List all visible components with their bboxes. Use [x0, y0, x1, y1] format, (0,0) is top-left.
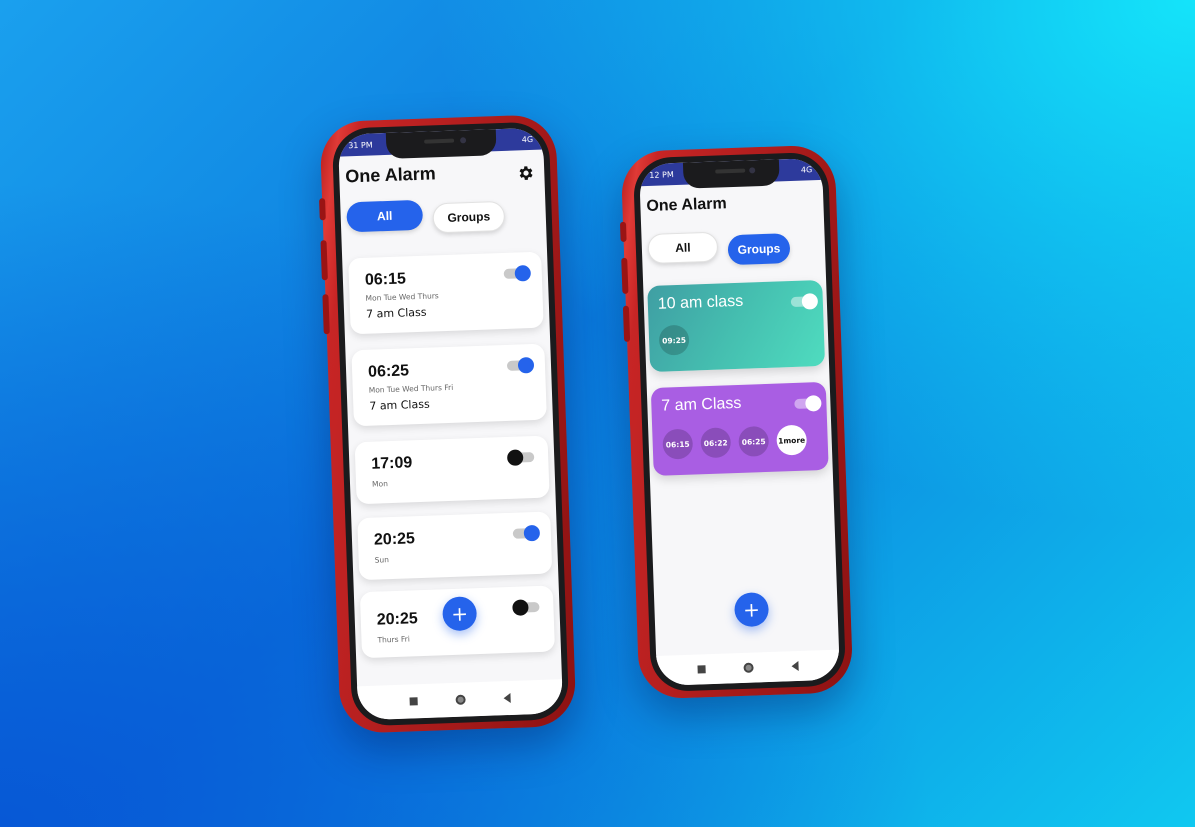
- back-icon[interactable]: [791, 661, 799, 672]
- alarm-card[interactable]: 20:25 Sun: [357, 511, 553, 581]
- screen: 31 PM 4G One Alarm All Groups 06:15 Mon …: [337, 127, 564, 721]
- more-times-badge[interactable]: 1more: [776, 424, 808, 456]
- alarm-card[interactable]: 17:09 Mon: [354, 435, 550, 505]
- phone-left: 31 PM 4G One Alarm All Groups 06:15 Mon …: [319, 114, 577, 734]
- alarm-days: Mon Tue Wed Thurs: [365, 291, 439, 303]
- alarm-toggle[interactable]: [506, 449, 535, 466]
- app-title: One Alarm: [344, 163, 436, 187]
- recents-icon[interactable]: [697, 665, 706, 674]
- alarm-days: Mon Tue Wed Thurs Fri: [368, 382, 454, 395]
- alarm-toggle[interactable]: [512, 524, 541, 542]
- alarm-days: Mon: [371, 479, 389, 489]
- alarm-toggle[interactable]: [512, 599, 540, 616]
- alarm-time: 20:25: [373, 530, 416, 549]
- alarm-toggle[interactable]: [506, 356, 535, 374]
- group-name: 10 am class: [657, 292, 744, 313]
- group-time: 09:25: [658, 324, 690, 356]
- alarm-days: Thurs Fri: [377, 634, 411, 645]
- notch: [385, 129, 497, 159]
- bezel: 12 PM 4G One Alarm All Groups 10 am clas…: [632, 151, 847, 693]
- group-card[interactable]: 10 am class 09:25: [647, 279, 826, 372]
- back-icon[interactable]: [503, 692, 511, 704]
- status-time: 31 PM: [348, 139, 373, 150]
- status-network: 4G: [800, 164, 813, 175]
- status-time: 12 PM: [649, 169, 674, 180]
- alarm-time: 17:09: [371, 454, 413, 473]
- alarm-card[interactable]: 06:25 Mon Tue Wed Thurs Fri 7 am Class: [351, 343, 547, 427]
- status-network: 4G: [521, 134, 534, 144]
- home-icon[interactable]: [455, 694, 466, 705]
- background: [0, 0, 1195, 827]
- tab-groups[interactable]: Groups: [727, 233, 791, 266]
- nav-bar: [656, 649, 841, 686]
- gear-icon[interactable]: [516, 164, 535, 183]
- alarm-time: 06:15: [364, 270, 407, 289]
- bezel: 31 PM 4G One Alarm All Groups 06:15 Mon …: [331, 121, 570, 727]
- add-group-button[interactable]: +: [733, 592, 770, 628]
- group-card[interactable]: 7 am Class 06:15 06:22 06:25 1more: [650, 381, 829, 476]
- app-title: One Alarm: [646, 195, 728, 216]
- mute-switch: [319, 198, 326, 221]
- volume-down-button: [322, 294, 330, 335]
- tab-all[interactable]: All: [647, 231, 719, 264]
- group-time: 06:15: [662, 428, 694, 460]
- screen: 12 PM 4G One Alarm All Groups 10 am clas…: [638, 157, 841, 686]
- tab-groups[interactable]: Groups: [432, 200, 506, 234]
- group-toggle[interactable]: [790, 293, 819, 310]
- phone-right: 12 PM 4G One Alarm All Groups 10 am clas…: [619, 144, 854, 700]
- alarm-label: 7 am Class: [365, 305, 427, 321]
- volume-up-button: [320, 240, 328, 281]
- nav-bar: [357, 679, 564, 721]
- mute-switch: [619, 221, 627, 242]
- alarm-time: 20:25: [376, 610, 418, 629]
- alarm-label: 7 am Class: [369, 397, 430, 413]
- volume-up-button: [621, 257, 629, 294]
- tab-all[interactable]: All: [346, 199, 424, 233]
- notch: [682, 159, 780, 189]
- group-toggle[interactable]: [794, 395, 822, 412]
- alarm-card[interactable]: 06:15 Mon Tue Wed Thurs 7 am Class: [348, 251, 544, 335]
- volume-down-button: [622, 305, 631, 342]
- recents-icon[interactable]: [409, 697, 418, 706]
- group-time: 06:25: [738, 425, 770, 457]
- alarm-toggle[interactable]: [503, 265, 532, 282]
- home-icon[interactable]: [743, 662, 754, 673]
- group-name: 7 am Class: [661, 394, 742, 415]
- alarm-days: Sun: [374, 555, 390, 565]
- group-time: 06:22: [700, 427, 732, 459]
- alarm-time: 06:25: [367, 362, 410, 381]
